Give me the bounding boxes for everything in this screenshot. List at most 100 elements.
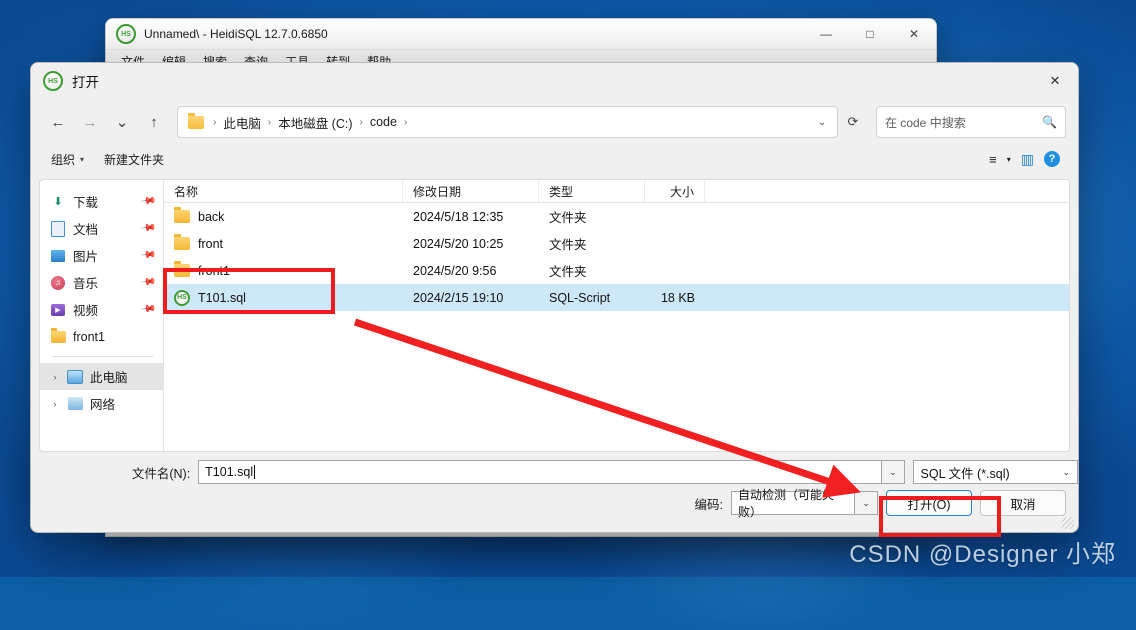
close-icon[interactable]: ✕ xyxy=(1032,63,1078,99)
filetype-value: SQL 文件 (*.sql) xyxy=(920,466,1010,481)
search-input[interactable]: 在 code 中搜索 🔍 xyxy=(876,106,1066,138)
breadcrumb-item-this-pc[interactable]: 此电脑 xyxy=(219,111,265,134)
table-row[interactable]: front1 2024/5/20 9:56 文件夹 xyxy=(164,257,1069,284)
encoding-label: 编码: xyxy=(694,497,723,512)
breadcrumb-separator: › xyxy=(403,116,408,128)
filename-value: T101.sql xyxy=(205,465,254,479)
cancel-button[interactable]: 取消 xyxy=(980,490,1066,516)
chevron-right-icon[interactable]: › xyxy=(50,399,60,409)
this-pc-icon xyxy=(67,369,83,385)
table-row-selected[interactable]: HS T101.sql 2024/2/15 19:10 SQL-Script 1… xyxy=(164,284,1069,311)
dialog-content: ⬇ 下载 📌 文档 📌 图片 📌 ♫ 音乐 📌 ▶ 视频 📌 front1 › … xyxy=(39,179,1070,452)
recent-locations-chevron-down-icon[interactable]: ⌄ xyxy=(107,107,137,137)
file-date-cell: 2024/5/20 9:56 xyxy=(413,263,497,278)
file-name-cell: HS T101.sql xyxy=(164,289,403,306)
pin-icon: 📌 xyxy=(139,274,157,291)
forward-button[interactable]: → xyxy=(75,107,105,137)
dialog-title: 打开 xyxy=(72,75,99,90)
breadcrumb-separator: › xyxy=(267,116,272,128)
breadcrumb-separator: › xyxy=(213,116,217,128)
nav-item-downloads[interactable]: ⬇ 下载 📌 xyxy=(40,188,163,215)
document-icon xyxy=(50,220,66,237)
table-row[interactable]: front 2024/5/20 10:25 文件夹 xyxy=(164,230,1069,257)
nav-item-documents[interactable]: 文档 📌 xyxy=(40,215,163,242)
music-icon: ♫ xyxy=(50,275,66,291)
file-type-cell: SQL-Script xyxy=(549,290,611,305)
open-file-dialog: HS 打开 ✕ ← → ⌄ ↑ › 此电脑 › 本地磁盘 (C:) › code… xyxy=(30,62,1079,533)
file-date-cell: 2024/5/20 10:25 xyxy=(413,236,504,251)
file-size-cell: 18 KB xyxy=(660,290,695,305)
command-bar-right: ≡ ▾ ▥ ? xyxy=(989,151,1066,168)
file-date-cell: 2024/5/18 12:35 xyxy=(413,209,504,224)
heidisql-window-title: Unnamed\ - HeidiSQL 12.7.0.6850 xyxy=(144,27,328,41)
encoding-chevron-down-icon[interactable]: ⌄ xyxy=(855,491,878,515)
nav-item-this-pc[interactable]: › 此电脑 xyxy=(40,363,163,390)
breadcrumb-item-local-disk[interactable]: 本地磁盘 (C:) xyxy=(274,111,356,134)
file-name-cell: front1 xyxy=(164,261,403,278)
nav-item-music[interactable]: ♫ 音乐 📌 xyxy=(40,269,163,296)
pin-icon: 📌 xyxy=(139,193,157,210)
filename-row: 文件名(N): T101.sql ⌄ SQL 文件 (*.sql) ⌄ xyxy=(31,459,1078,485)
column-header-type[interactable]: 类型 xyxy=(539,180,645,202)
text-cursor xyxy=(254,465,256,479)
folder-icon xyxy=(50,327,66,345)
help-icon[interactable]: ? xyxy=(1044,151,1060,167)
close-button[interactable]: ✕ xyxy=(892,19,936,49)
resize-grip[interactable] xyxy=(1062,517,1074,529)
chevron-right-icon[interactable]: › xyxy=(50,372,60,382)
video-icon: ▶ xyxy=(50,302,66,318)
nav-item-label: 文档 xyxy=(73,223,99,237)
column-header-name[interactable]: 名称 ⌃ xyxy=(164,180,403,202)
address-chevron-down-icon[interactable]: ⌄ xyxy=(811,108,833,136)
up-button[interactable]: ↑ xyxy=(139,107,169,137)
search-placeholder: 在 code 中搜索 xyxy=(885,115,966,130)
nav-item-label: 图片 xyxy=(73,250,99,264)
nav-item-label: 此电脑 xyxy=(90,371,128,385)
column-header-date[interactable]: 修改日期 xyxy=(403,180,539,202)
nav-item-label: 视频 xyxy=(73,304,99,318)
pin-icon: 📌 xyxy=(139,247,157,264)
address-breadcrumb-bar[interactable]: › 此电脑 › 本地磁盘 (C:) › code › ⌄ xyxy=(177,106,838,138)
folder-icon xyxy=(174,207,190,223)
minimize-button[interactable]: — xyxy=(804,19,848,49)
nav-item-pictures[interactable]: 图片 📌 xyxy=(40,242,163,269)
nav-item-label: front1 xyxy=(73,329,105,344)
breadcrumb-item-code[interactable]: code xyxy=(366,113,401,131)
command-bar: 组织 ▾ 新建文件夹 ≡ ▾ ▥ ? xyxy=(31,145,1078,173)
file-list-pane: 名称 ⌃ 修改日期 类型 大小 back 2024/5/18 12:35 文件夹… xyxy=(164,180,1069,451)
column-header-size[interactable]: 大小 xyxy=(645,180,705,202)
new-folder-label: 新建文件夹 xyxy=(104,152,165,167)
filename-chevron-down-icon[interactable]: ⌄ xyxy=(882,460,905,484)
maximize-button[interactable]: □ xyxy=(848,19,892,49)
folder-icon xyxy=(174,261,190,277)
download-icon: ⬇ xyxy=(53,196,63,208)
encoding-select[interactable]: 自动检测（可能失败） ⌄ xyxy=(731,488,878,519)
nav-item-network[interactable]: › 网络 xyxy=(40,390,163,417)
search-icon: 🔍 xyxy=(1042,115,1057,129)
back-button[interactable]: ← xyxy=(43,107,73,137)
nav-item-videos[interactable]: ▶ 视频 📌 xyxy=(40,296,163,323)
filename-input[interactable]: T101.sql xyxy=(198,460,883,484)
pin-icon: 📌 xyxy=(139,301,157,318)
preview-pane-icon[interactable]: ▥ xyxy=(1021,151,1034,168)
navigation-pane: ⬇ 下载 📌 文档 📌 图片 📌 ♫ 音乐 📌 ▶ 视频 📌 front1 › … xyxy=(40,180,164,451)
sort-ascending-icon: ⌃ xyxy=(288,180,296,186)
chevron-down-icon: ▾ xyxy=(80,154,85,164)
file-type-cell: 文件夹 xyxy=(549,265,587,279)
file-name-cell: front xyxy=(164,234,403,251)
file-name-cell: back xyxy=(164,207,403,224)
chevron-down-icon[interactable]: ▾ xyxy=(1007,155,1011,164)
encoding-value: 自动检测（可能失败） xyxy=(731,488,855,519)
nav-item-front1[interactable]: front1 xyxy=(40,323,163,350)
new-folder-button[interactable]: 新建文件夹 xyxy=(96,148,172,171)
refresh-icon[interactable]: ⟳ xyxy=(840,108,866,136)
view-options-icon[interactable]: ≡ xyxy=(989,152,997,167)
nav-divider xyxy=(52,356,153,357)
table-row[interactable]: back 2024/5/18 12:35 文件夹 xyxy=(164,203,1069,230)
breadcrumb-separator: › xyxy=(359,116,363,128)
nav-item-label: 网络 xyxy=(90,398,116,412)
organize-button[interactable]: 组织 ▾ xyxy=(43,148,92,171)
open-button[interactable]: 打开(O) xyxy=(886,490,972,516)
filetype-select[interactable]: SQL 文件 (*.sql) ⌄ xyxy=(912,460,1078,484)
organize-label: 组织 xyxy=(51,152,76,167)
